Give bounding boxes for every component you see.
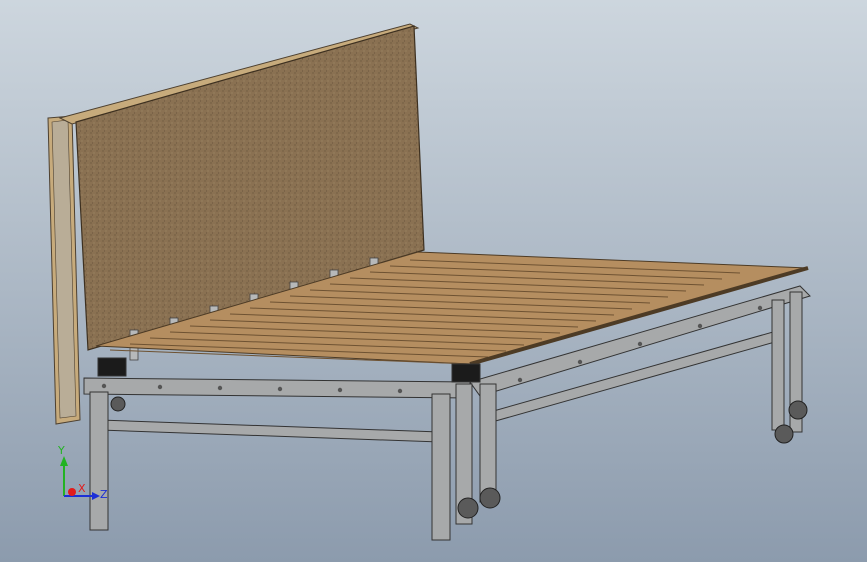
cad-graphics-viewport[interactable]: Y X Z <box>0 0 867 562</box>
triad-x-label: X <box>78 482 86 495</box>
triad-z-label: Z <box>100 488 108 501</box>
triad-y-label: Y <box>57 444 65 457</box>
